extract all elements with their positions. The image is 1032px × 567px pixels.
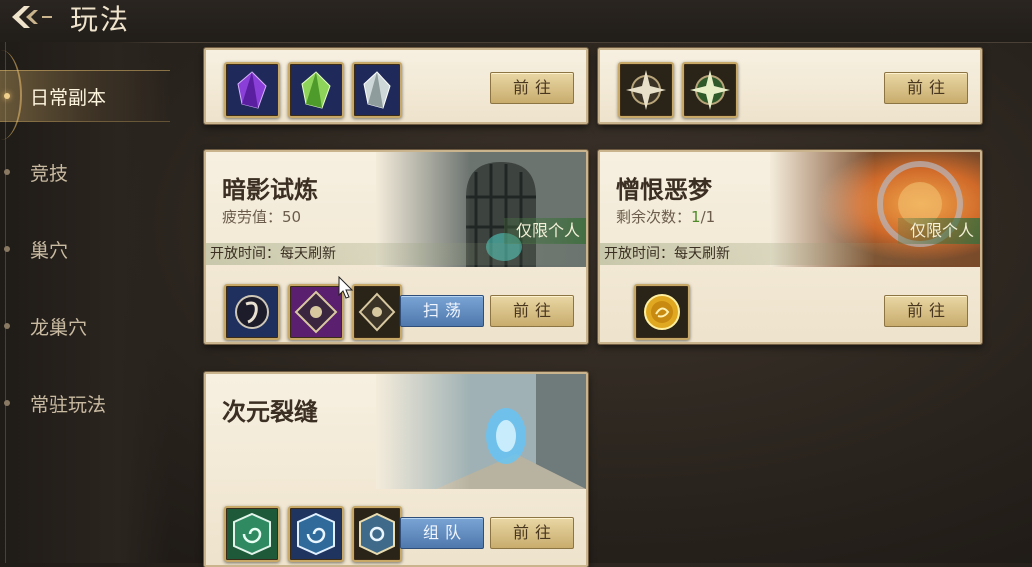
go-button[interactable]: 前往 [884,72,968,104]
nav-dot [4,169,10,175]
card-title: 暗影试炼 [222,176,318,204]
remaining-total: /1 [700,208,716,226]
nav-dot [4,323,10,329]
dark-compass-icon[interactable] [618,62,674,118]
purple-crystal-icon[interactable] [224,62,280,118]
dungeon-card-hateful-nightmare: 憎恨恶梦 剩余次数：1/1 仅限个人 开放时间：每天刷新 前往 [598,150,982,344]
nav-dot [4,93,10,99]
go-button[interactable]: 前往 [490,295,574,327]
sweep-button[interactable]: 扫荡 [400,295,484,327]
dungeon-card-dimension-rift: 次元裂缝 组队 前往 [204,372,588,567]
sidebar-item-label: 竞技 [30,162,69,185]
sidebar-item-nest[interactable]: 巢穴 [0,224,170,274]
team-button[interactable]: 组队 [400,517,484,549]
back-arrow-icon[interactable] [6,2,58,32]
sidebar-item-arena[interactable]: 竞技 [0,147,170,197]
fatigue-text: 疲劳值：50 [222,206,301,227]
sidebar-item-label: 常驻玩法 [30,393,107,416]
remaining-label: 剩余次数： [616,208,692,226]
dungeon-card-shadow-trial: 暗影试炼 疲劳值：50 仅限个人 开放时间：每天刷新 扫荡 前往 [204,150,588,344]
sidebar-item-daily-dungeon[interactable]: 日常副本 [0,70,170,122]
sidebar-item-dragon-nest[interactable]: 龙巢穴 [0,301,170,351]
silver-crystal-icon[interactable] [352,62,402,118]
sidebar-item-permanent-modes[interactable]: 常驻玩法 [0,378,170,428]
remaining-value: 1 [691,208,701,226]
purple-eye-sigil-icon[interactable] [288,284,344,340]
open-time-bar: 开放时间：每天刷新 [206,243,586,265]
gold-eye-sigil-icon[interactable] [352,284,402,340]
sidebar-item-label: 巢穴 [30,239,69,262]
dungeon-card-top-right: 前往 [598,48,982,124]
go-button[interactable]: 前往 [490,72,574,104]
sidebar-item-label: 龙巢穴 [30,316,88,339]
fatigue-label: 疲劳值： [222,208,283,226]
solo-only-tag: 仅限个人 [503,218,586,244]
blue-spiral-icon[interactable] [288,506,344,562]
rune-scroll-icon[interactable] [224,284,280,340]
gold-spiral-icon[interactable] [352,506,402,562]
top-bar: 玩法 [0,0,1032,43]
dungeon-card-top-left: 前往 [204,48,588,124]
fatigue-value: 50 [282,208,302,226]
page-title: 玩法 [70,3,131,36]
remaining-attempts-text: 剩余次数：1/1 [616,206,715,227]
green-crystal-icon[interactable] [288,62,344,118]
green-spiral-icon[interactable] [224,506,280,562]
dimension-rift-artwork [376,374,586,489]
gold-dragon-coin-icon[interactable] [634,284,690,340]
go-button[interactable]: 前往 [490,517,574,549]
green-compass-icon[interactable] [682,62,738,118]
nav-dot [4,400,10,406]
nav-dot [4,246,10,252]
card-title: 次元裂缝 [222,398,318,426]
open-time-bar: 开放时间：每天刷新 [600,243,980,265]
sidebar-item-label: 日常副本 [30,86,107,109]
mouse-cursor-icon [338,275,354,300]
card-title: 憎恨恶梦 [616,176,712,204]
go-button[interactable]: 前往 [884,295,968,327]
solo-only-tag: 仅限个人 [897,218,980,244]
